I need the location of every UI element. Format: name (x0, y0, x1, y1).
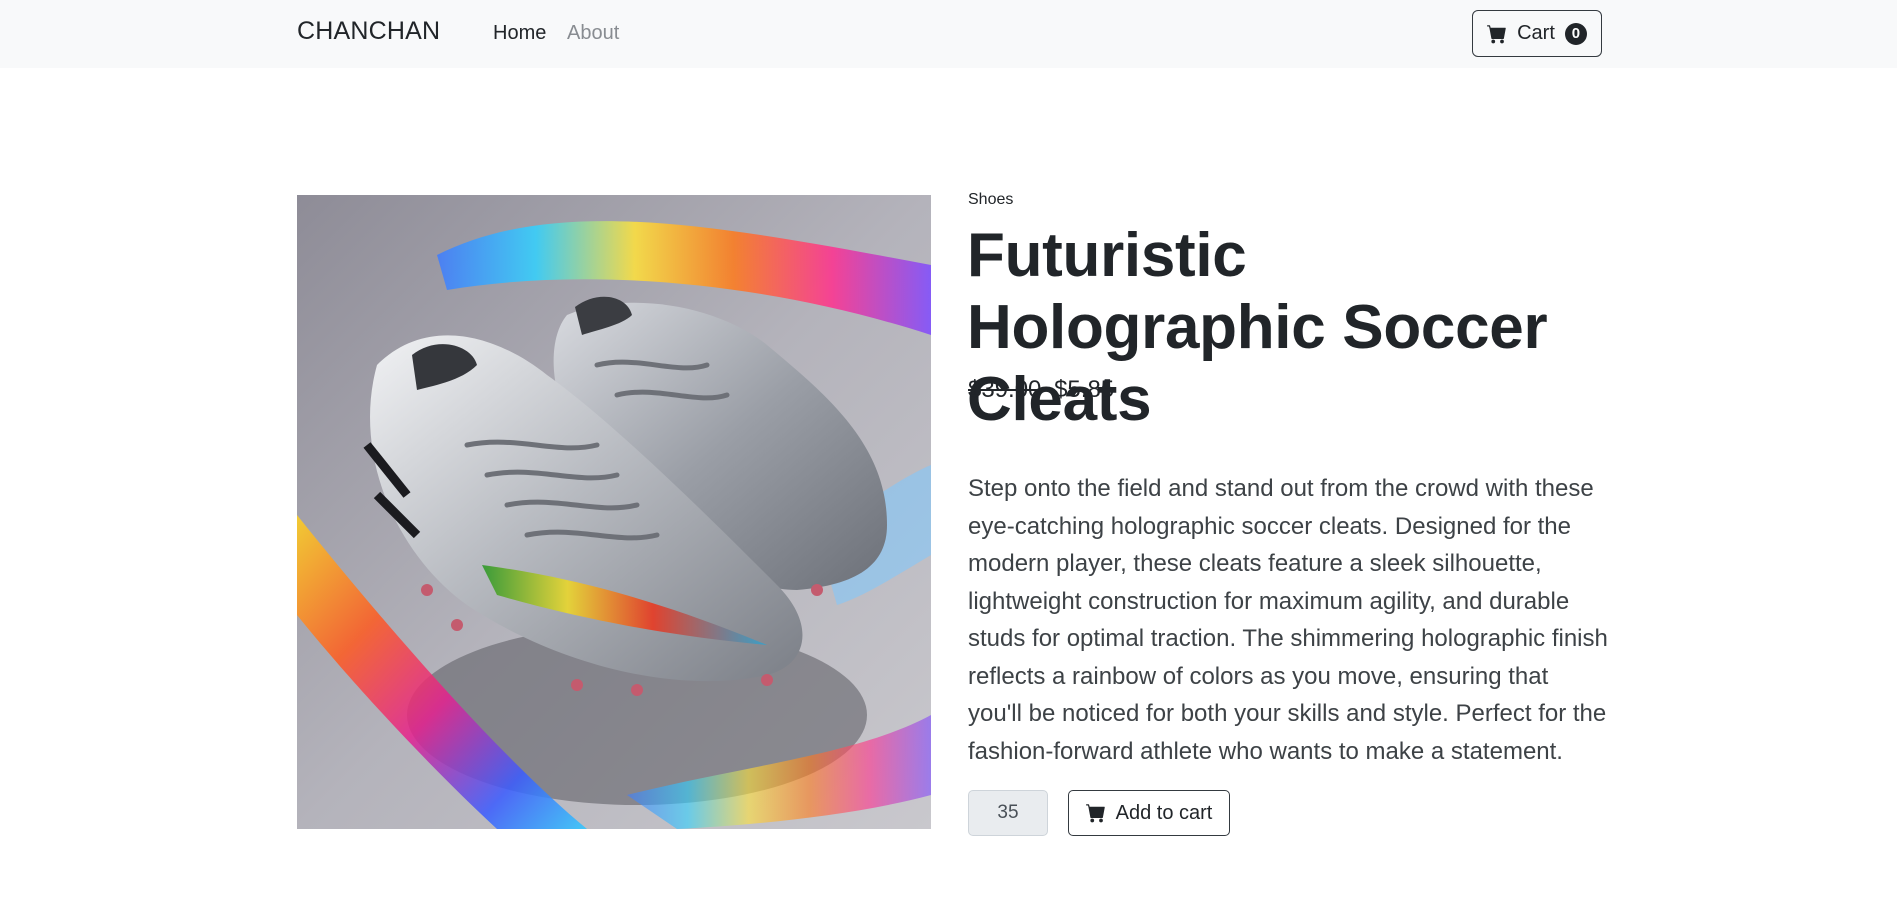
cart-icon (1085, 803, 1106, 823)
nav-link-home[interactable]: Home (493, 22, 546, 45)
product-description: Step onto the field and stand out from t… (968, 475, 1608, 765)
add-to-cart-button[interactable]: Add to cart (1068, 790, 1230, 836)
product-price: $39.00 $5.85 (968, 376, 1114, 404)
product-image (297, 195, 931, 829)
product-category: Shoes (968, 191, 1014, 208)
sale-price: $5.85 (1054, 376, 1115, 403)
navbar: CHANCHAN Home About Cart 0 (0, 0, 1897, 68)
brand-logo[interactable]: CHANCHAN (297, 17, 440, 46)
cart-button[interactable]: Cart 0 (1472, 10, 1602, 57)
old-price: $39.00 (968, 376, 1042, 403)
cart-icon (1487, 24, 1507, 44)
quantity-input[interactable] (968, 790, 1048, 836)
cart-count-badge: 0 (1564, 22, 1587, 45)
add-to-cart-label: Add to cart (1115, 801, 1213, 824)
nav-link-about[interactable]: About (567, 22, 619, 45)
cart-label: Cart (1517, 22, 1555, 44)
